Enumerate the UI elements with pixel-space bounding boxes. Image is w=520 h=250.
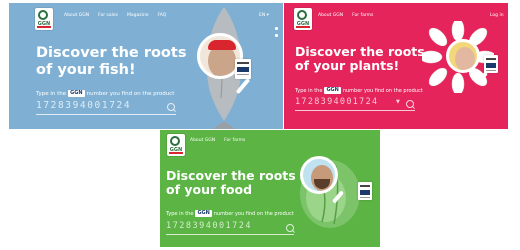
input-underline — [36, 114, 176, 115]
ggn-logo[interactable]: GGN — [35, 8, 53, 30]
plants-panel: GGN About GGN For farms Log in Discover … — [284, 3, 508, 129]
main-nav: About GGN For farms — [318, 13, 373, 18]
logo-ring-icon — [38, 10, 48, 20]
headline-line-1: Discover the roots — [295, 44, 425, 59]
food-panel: GGN About GGN For farms Discover the roo… — [160, 130, 380, 247]
prompt-text-before: Type in the — [295, 87, 323, 94]
nav-item-for-farms[interactable]: For farms — [352, 13, 373, 18]
search-icon[interactable] — [406, 100, 414, 108]
ggn-logo[interactable]: GGN — [167, 134, 185, 156]
search-prompt: Type in the GGN number you find on the p… — [166, 210, 294, 217]
ggn-number-input[interactable]: 1728394001724 — [295, 97, 378, 107]
magnifier-frame — [300, 156, 338, 194]
main-nav: About GGN For sales Magazine FAQ — [64, 13, 166, 18]
red-beanie — [208, 40, 236, 50]
nav-item-faq[interactable]: FAQ — [158, 13, 167, 18]
prompt-text-after: number you find on the product — [86, 90, 175, 97]
ggn-logo[interactable]: GGN — [294, 8, 312, 30]
headline-line-2: of your plants! — [295, 58, 400, 74]
headline-line-1: Discover the roots — [166, 168, 296, 183]
logo-stripe — [169, 152, 183, 154]
product-label-icon — [484, 55, 498, 73]
page-headline: Discover the roots of your fish! — [36, 45, 186, 78]
search-icon[interactable] — [167, 103, 175, 111]
ggn-number-input[interactable]: 1728394001724 — [36, 100, 131, 111]
search-prompt: Type in the GGN number you find on the p… — [36, 90, 174, 97]
nav-item-for-farms[interactable]: For farms — [224, 138, 245, 143]
nav-item-about[interactable]: About GGN — [190, 138, 215, 143]
ggn-badge: GGN — [68, 90, 85, 97]
search-prompt: Type in the GGN number you find on the p… — [295, 87, 423, 94]
nav-item-for-sales[interactable]: For sales — [98, 13, 118, 18]
logo-ring-icon — [297, 10, 307, 20]
ggn-badge: GGN — [324, 87, 341, 94]
nav-item-about[interactable]: About GGN — [318, 13, 343, 18]
magnifier-frame — [446, 39, 480, 73]
ggn-number-input[interactable]: 1728394001724 — [166, 221, 252, 231]
product-label-icon — [235, 59, 251, 79]
login-link[interactable]: Log in — [490, 13, 504, 18]
nav-item-magazine[interactable]: Magazine — [127, 13, 149, 18]
fish-panel: GGN About GGN For sales Magazine FAQ EN … — [9, 3, 283, 129]
headline-line-2: of your food — [166, 182, 253, 198]
ggn-badge: GGN — [195, 210, 212, 217]
nav-item-about[interactable]: About GGN — [64, 13, 89, 18]
prompt-text-before: Type in the — [166, 210, 194, 217]
logo-ring-icon — [170, 136, 180, 146]
page-headline: Discover the roots of your food — [166, 168, 296, 198]
input-underline — [166, 234, 294, 235]
page-headline: Discover the roots of your plants! — [295, 44, 425, 74]
logo-stripe — [296, 26, 310, 28]
chevron-down-icon[interactable]: ▼ — [396, 99, 400, 105]
prompt-text-after: number you find on the product — [342, 87, 423, 94]
headline-line-1: Discover the roots — [36, 45, 187, 61]
farmer-portrait — [455, 47, 475, 70]
search-icon[interactable] — [286, 224, 294, 232]
logo-stripe — [37, 26, 51, 28]
headline-line-2: of your fish! — [36, 61, 136, 78]
product-label-icon — [358, 182, 372, 200]
social-icon[interactable] — [275, 34, 278, 37]
input-underline — [295, 110, 415, 111]
main-nav: About GGN For farms — [190, 138, 245, 143]
social-icon[interactable] — [275, 27, 278, 30]
prompt-text-before: Type in the — [36, 90, 67, 97]
language-selector[interactable]: EN ▾ — [259, 13, 269, 18]
prompt-text-after: number you find on the product — [213, 210, 294, 217]
